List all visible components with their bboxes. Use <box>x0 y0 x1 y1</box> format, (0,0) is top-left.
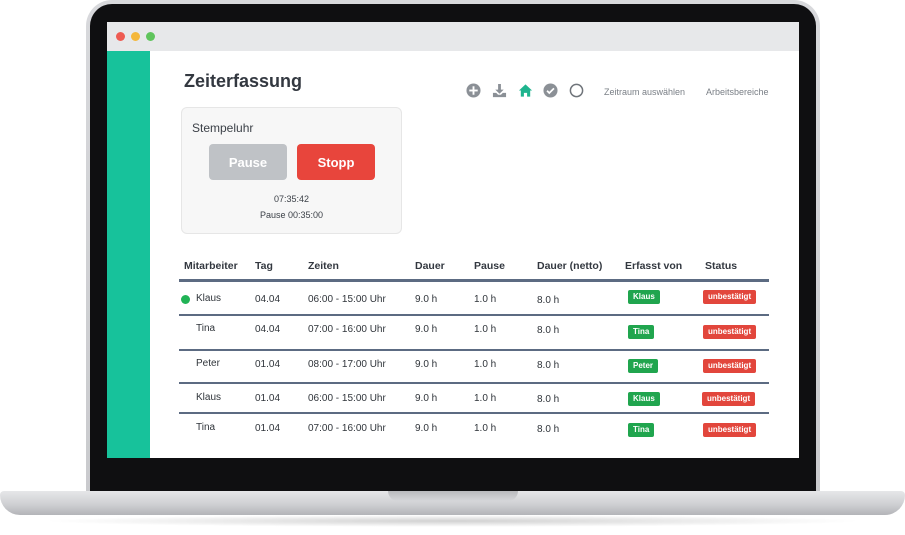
cell-times: 07:00 - 16:00 Uhr <box>308 423 386 434</box>
cell-name: Klaus <box>196 293 222 304</box>
plus-circle-icon[interactable] <box>466 83 481 98</box>
cell-duration: 9.0 h <box>415 324 438 335</box>
row-divider <box>179 382 769 384</box>
cell-pause: 1.0 h <box>474 359 497 370</box>
col-header-zeiten[interactable]: Zeiten <box>308 260 339 272</box>
col-header-tag[interactable]: Tag <box>255 260 273 272</box>
cell-duration: 9.0 h <box>415 359 438 370</box>
erfasst-von-badge: Peter <box>628 359 659 373</box>
erfasst-von-badge: Klaus <box>628 392 660 406</box>
col-header-mitarbeiter[interactable]: Mitarbeiter <box>184 260 238 272</box>
cell-day: 01.04 <box>255 393 281 404</box>
status-badge[interactable]: unbestätigt <box>703 290 757 304</box>
cell-net: 8.0 h <box>537 325 560 336</box>
cell-net: 8.0 h <box>537 360 560 371</box>
cell-day: 01.04 <box>255 423 281 434</box>
erfasst-von-badge: Tina <box>628 325 655 339</box>
status-badge[interactable]: unbestätigt <box>703 325 757 339</box>
cell-pause: 1.0 h <box>474 294 497 305</box>
cell-day: 04.04 <box>255 324 281 335</box>
stempeluhr-title: Stempeluhr <box>192 121 254 135</box>
cell-duration: 9.0 h <box>415 294 438 305</box>
minimize-window-button[interactable] <box>131 32 140 41</box>
cell-net: 8.0 h <box>537 295 560 306</box>
cell-duration: 9.0 h <box>415 423 438 434</box>
col-header-erfasst-von[interactable]: Erfasst von <box>625 260 682 272</box>
page-title: Zeiterfassung <box>184 71 303 91</box>
laptop-notch <box>388 491 518 501</box>
row-divider <box>179 412 769 414</box>
close-window-button[interactable] <box>116 32 125 41</box>
cell-name: Tina <box>196 323 216 334</box>
window-titlebar <box>107 22 799 51</box>
cell-net: 8.0 h <box>537 394 560 405</box>
cell-name: Peter <box>196 358 220 369</box>
home-icon[interactable] <box>518 83 533 98</box>
cell-pause: 1.0 h <box>474 324 497 335</box>
maximize-window-button[interactable] <box>146 32 155 41</box>
clock-pause-time: Pause 00:35:00 <box>259 210 324 220</box>
cell-times: 07:00 - 16:00 Uhr <box>308 324 386 335</box>
arbeitsbereiche-link[interactable]: Arbeitsbereiche <box>706 87 769 97</box>
pause-button[interactable]: Pause <box>209 144 287 180</box>
sidebar <box>107 51 150 458</box>
col-header-status[interactable]: Status <box>705 260 737 272</box>
erfasst-von-badge: Tina <box>628 423 655 437</box>
cell-duration: 9.0 h <box>415 393 438 404</box>
app-screen: Zeiterfassung Zeitraum auswählen Arbeits… <box>107 22 799 458</box>
table-header-divider <box>179 279 769 282</box>
cell-times: 06:00 - 15:00 Uhr <box>308 294 386 305</box>
online-status-dot <box>181 295 190 304</box>
row-divider <box>179 349 769 351</box>
clock-time: 07:35:42 <box>273 194 310 204</box>
circle-icon[interactable] <box>569 83 584 98</box>
status-badge[interactable]: unbestätigt <box>703 423 757 437</box>
download-icon[interactable] <box>492 83 507 98</box>
cell-name: Klaus <box>196 392 222 403</box>
stop-button[interactable]: Stopp <box>297 144 375 180</box>
col-header-pause[interactable]: Pause <box>474 260 505 272</box>
col-header-dauer[interactable]: Dauer <box>415 260 445 272</box>
cell-times: 06:00 - 15:00 Uhr <box>308 393 386 404</box>
cell-name: Tina <box>196 422 216 433</box>
status-badge[interactable]: unbestätigt <box>702 392 756 406</box>
cell-pause: 1.0 h <box>474 423 497 434</box>
check-circle-icon[interactable] <box>543 83 558 98</box>
laptop-shadow <box>40 515 865 527</box>
status-badge[interactable]: unbestätigt <box>703 359 757 373</box>
cell-net: 8.0 h <box>537 424 560 435</box>
row-divider <box>179 314 769 316</box>
stempeluhr-card: Stempeluhr Pause Stopp 07:35:42 Pause 00… <box>181 107 402 234</box>
erfasst-von-badge: Klaus <box>628 290 660 304</box>
cell-day: 04.04 <box>255 294 281 305</box>
zeitraum-auswaehlen-link[interactable]: Zeitraum auswählen <box>604 87 685 97</box>
cell-times: 08:00 - 17:00 Uhr <box>308 359 386 370</box>
cell-pause: 1.0 h <box>474 393 497 404</box>
cell-day: 01.04 <box>255 359 281 370</box>
col-header-dauer-netto[interactable]: Dauer (netto) <box>537 260 602 272</box>
